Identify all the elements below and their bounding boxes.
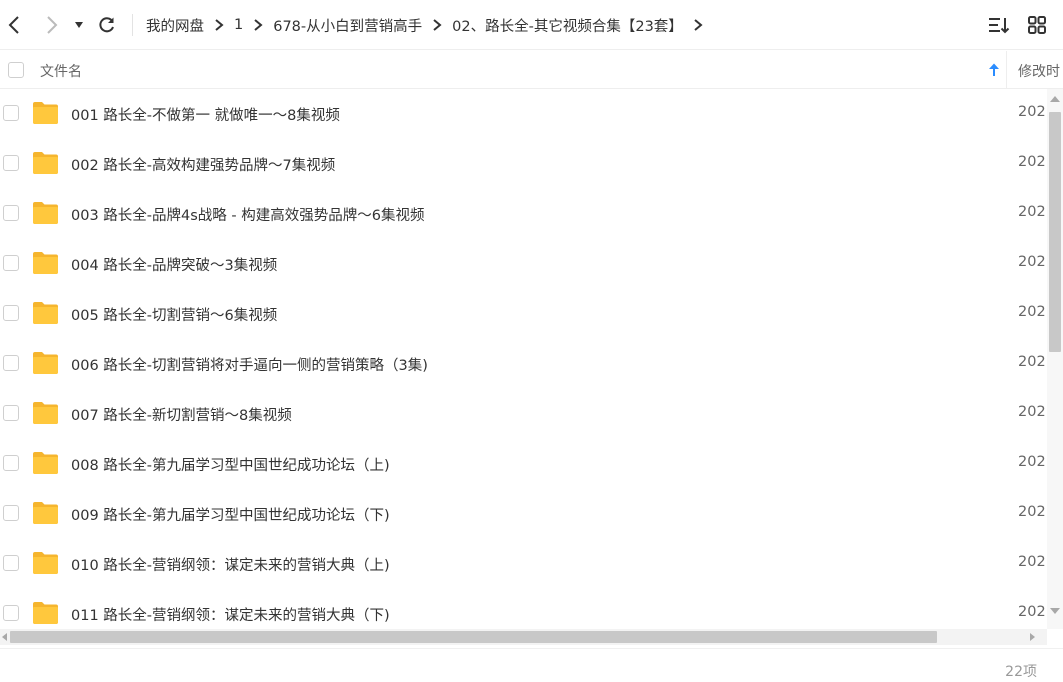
item-count: 22项 <box>1005 664 1037 680</box>
scroll-left-arrow-icon[interactable] <box>0 632 9 642</box>
horizontal-scrollbar[interactable] <box>0 629 1047 645</box>
row-checkbox[interactable] <box>3 355 19 371</box>
sort-list-icon <box>989 18 1010 34</box>
table-row[interactable]: 004 路长全-品牌突破～3集视频 202 <box>0 239 1047 289</box>
folder-icon <box>33 302 58 324</box>
breadcrumb: 我的网盘 1 678-从小白到营销高手 02、路长全-其它视频合集【23套】 <box>146 0 713 50</box>
grid-view-button[interactable] <box>1025 13 1049 37</box>
table-row[interactable]: 009 路长全-第九届学习型中国世纪成功论坛（下) 202 <box>0 489 1047 539</box>
view-controls <box>987 13 1049 37</box>
caret-down-icon <box>75 22 83 28</box>
breadcrumb-item-1[interactable]: 1 <box>234 17 243 33</box>
table-row[interactable]: 011 路长全-营销纲领：谋定未来的营销大典（下) 202 <box>0 589 1047 629</box>
row-checkbox[interactable] <box>3 605 19 621</box>
row-checkbox[interactable] <box>3 455 19 471</box>
file-name[interactable]: 011 路长全-营销纲领：谋定未来的营销大典（下) <box>71 604 390 625</box>
modified-time: 202 <box>1018 204 1046 220</box>
modified-time: 202 <box>1018 604 1046 620</box>
row-checkbox[interactable] <box>3 555 19 571</box>
row-checkbox[interactable] <box>3 405 19 421</box>
file-name[interactable]: 004 路长全-品牌突破～3集视频 <box>71 254 277 275</box>
table-row[interactable]: 002 路长全-高效构建强势品牌～7集视频 202 <box>0 139 1047 189</box>
folder-icon <box>33 552 58 574</box>
sort-button[interactable] <box>987 13 1011 37</box>
folder-icon <box>33 102 58 124</box>
row-checkbox[interactable] <box>3 505 19 521</box>
toolbar: 我的网盘 1 678-从小白到营销高手 02、路长全-其它视频合集【23套】 <box>0 0 1063 50</box>
table-row[interactable]: 008 路长全-第九届学习型中国世纪成功论坛（上) 202 <box>0 439 1047 489</box>
table-row[interactable]: 006 路长全-切割营销将对手逼向一侧的营销策略（3集) 202 <box>0 339 1047 389</box>
modified-time: 202 <box>1018 504 1046 520</box>
toolbar-divider <box>132 14 133 36</box>
status-bar: 22项 <box>0 648 1063 682</box>
file-name[interactable]: 006 路长全-切割营销将对手逼向一侧的营销策略（3集) <box>71 354 428 375</box>
folder-icon <box>33 402 58 424</box>
row-checkbox[interactable] <box>3 105 19 121</box>
breadcrumb-item-root[interactable]: 我的网盘 <box>146 15 204 36</box>
refresh-icon <box>99 17 114 33</box>
table-row[interactable]: 007 路长全-新切割营销～8集视频 202 <box>0 389 1047 439</box>
modified-time: 202 <box>1018 454 1046 470</box>
file-name[interactable]: 001 路长全-不做第一 就做唯一～8集视频 <box>71 104 340 125</box>
modified-time: 202 <box>1018 254 1046 270</box>
chevron-right-icon <box>47 16 58 34</box>
breadcrumb-item-current[interactable]: 02、路长全-其它视频合集【23套】 <box>452 15 683 36</box>
column-divider[interactable] <box>1006 51 1007 89</box>
folder-icon <box>33 252 58 274</box>
row-checkbox[interactable] <box>3 205 19 221</box>
modified-time: 202 <box>1018 554 1046 570</box>
table-row[interactable]: 001 路长全-不做第一 就做唯一～8集视频 202 <box>0 89 1047 139</box>
chevron-right-icon <box>204 15 234 35</box>
folder-icon <box>33 502 58 524</box>
scroll-down-arrow-icon[interactable] <box>1049 607 1061 616</box>
table-row[interactable]: 010 路长全-营销纲领：谋定未来的营销大典（上) 202 <box>0 539 1047 589</box>
file-name[interactable]: 010 路长全-营销纲领：谋定未来的营销大典（上) <box>71 554 390 575</box>
history-dropdown-button[interactable] <box>69 12 89 38</box>
vertical-scroll-thumb[interactable] <box>1049 112 1061 352</box>
modified-time: 202 <box>1018 104 1046 120</box>
folder-icon <box>33 602 58 624</box>
select-all-checkbox[interactable] <box>8 62 24 78</box>
table-row[interactable]: 003 路长全-品牌4s战略 - 构建高效强势品牌～6集视频 202 <box>0 189 1047 239</box>
vertical-scrollbar[interactable] <box>1047 89 1063 629</box>
breadcrumb-item-2[interactable]: 678-从小白到营销高手 <box>273 15 422 36</box>
file-name[interactable]: 005 路长全-切割营销～6集视频 <box>71 304 277 325</box>
file-name[interactable]: 009 路长全-第九届学习型中国世纪成功论坛（下) <box>71 504 390 525</box>
folder-icon <box>33 452 58 474</box>
row-checkbox[interactable] <box>3 155 19 171</box>
scroll-right-arrow-icon[interactable] <box>1028 632 1037 642</box>
chevron-left-icon <box>8 16 19 34</box>
modified-time: 202 <box>1018 354 1046 370</box>
chevron-right-icon <box>243 15 273 35</box>
row-checkbox[interactable] <box>3 255 19 271</box>
refresh-button[interactable] <box>95 12 119 38</box>
file-name[interactable]: 008 路长全-第九届学习型中国世纪成功论坛（上) <box>71 454 390 475</box>
column-header-name[interactable]: 文件名 <box>40 61 82 81</box>
file-name[interactable]: 002 路长全-高效构建强势品牌～7集视频 <box>71 154 335 175</box>
scroll-up-arrow-icon[interactable] <box>1049 94 1061 103</box>
folder-icon <box>33 202 58 224</box>
modified-time: 202 <box>1018 304 1046 320</box>
folder-icon <box>33 352 58 374</box>
arrow-up-icon[interactable] <box>987 62 1001 78</box>
horizontal-scroll-thumb[interactable] <box>10 631 937 643</box>
column-header-modified[interactable]: 修改时 <box>1018 61 1060 81</box>
file-manager-window: 我的网盘 1 678-从小白到营销高手 02、路长全-其它视频合集【23套】 文… <box>0 0 1063 682</box>
forward-button[interactable] <box>40 12 64 38</box>
chevron-right-icon[interactable] <box>683 15 713 35</box>
modified-time: 202 <box>1018 404 1046 420</box>
file-name[interactable]: 007 路长全-新切割营销～8集视频 <box>71 404 292 425</box>
row-checkbox[interactable] <box>3 305 19 321</box>
back-button[interactable] <box>2 12 26 38</box>
file-name[interactable]: 003 路长全-品牌4s战略 - 构建高效强势品牌～6集视频 <box>71 204 424 225</box>
folder-icon <box>33 152 58 174</box>
table-header: 文件名 修改时 <box>0 51 1063 89</box>
grid-view-icon <box>1028 16 1046 34</box>
file-list: 001 路长全-不做第一 就做唯一～8集视频 202 002 路长全-高效构建强势品… <box>0 89 1047 629</box>
table-row[interactable]: 005 路长全-切割营销～6集视频 202 <box>0 289 1047 339</box>
modified-time: 202 <box>1018 154 1046 170</box>
chevron-right-icon <box>422 15 452 35</box>
